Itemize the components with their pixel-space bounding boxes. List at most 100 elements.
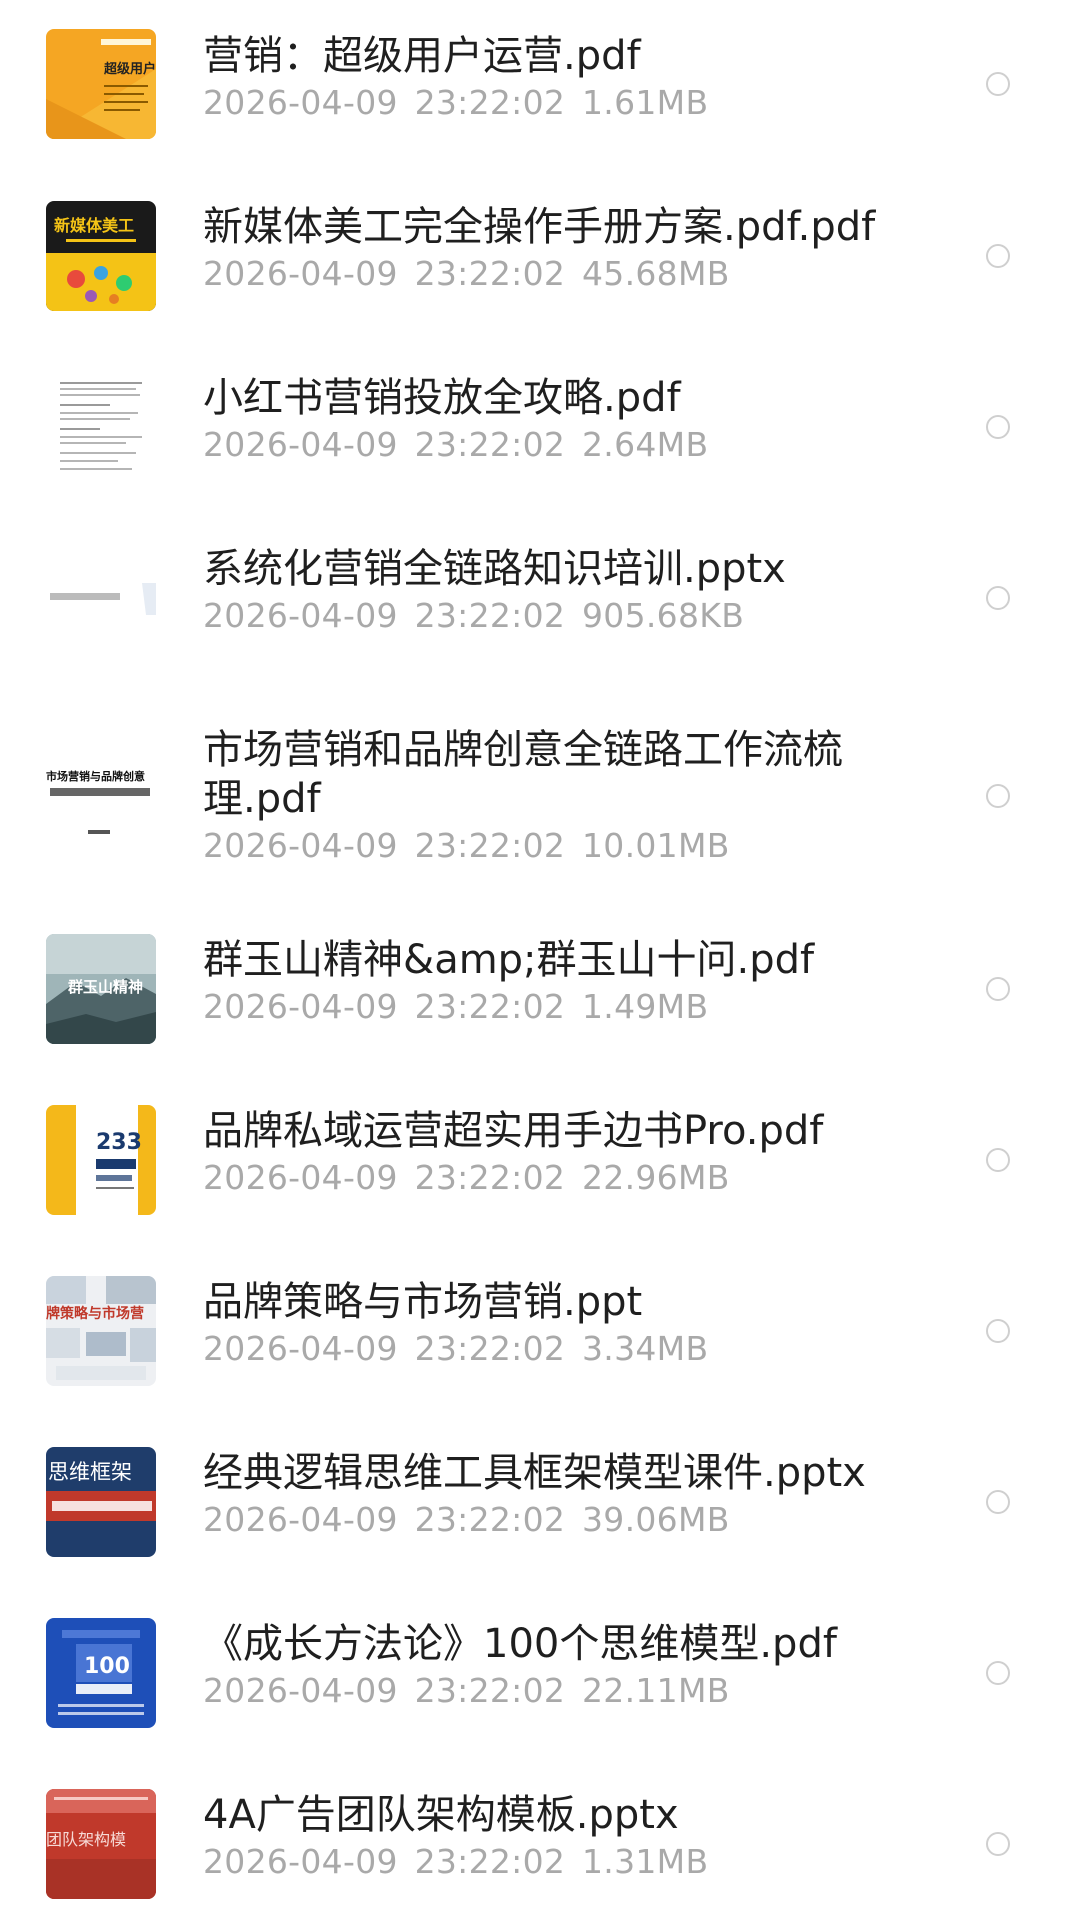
list-item[interactable]: 市场营销与品牌创意 市场营销和品牌创意全链路工作流梳理.pdf 2026-04-… xyxy=(0,684,1080,904)
book-cover-icon: 新媒体美工 xyxy=(46,201,156,311)
file-meta: 2026-04-09 23:22:02 22.96MB xyxy=(203,1158,903,1198)
file-meta: 2026-04-09 23:22:02 1.31MB xyxy=(203,1842,903,1882)
document-page-icon xyxy=(46,372,156,482)
file-size: 22.96MB xyxy=(582,1158,730,1197)
thumb-label: 市场营销与品牌创意 xyxy=(46,769,145,783)
slide-collage-icon: 牌策略与市场营 xyxy=(46,1276,156,1386)
file-thumbnail: 100 xyxy=(46,1618,156,1728)
list-item[interactable]: 新媒体美工 新媒体美工完全操作手册方案.pdf.pdf 2026-04-09 2… xyxy=(0,171,1080,342)
file-time: 23:22:02 xyxy=(414,1158,566,1197)
file-date: 2026-04-09 xyxy=(203,425,398,464)
slide-cover-icon: 团队架构模 xyxy=(46,1789,156,1899)
file-name: 《成长方法论》100个思维模型.pdf xyxy=(203,1621,837,1667)
select-radio[interactable] xyxy=(986,586,1010,610)
file-name: 群玉山精神&amp;群玉山十问.pdf xyxy=(203,937,815,983)
book-cover-icon: 超级用户运 xyxy=(46,29,156,139)
document-cover-icon: 市场营销与品牌创意 xyxy=(46,738,156,848)
list-item[interactable]: 超级用户运 营销：超级用户运营.pdf 2026-04-09 23:22:02 … xyxy=(0,0,1080,171)
thumb-label: 牌策略与市场营 xyxy=(46,1305,144,1322)
list-item[interactable]: 群玉山精神 群玉山精神&amp;群玉山十问.pdf 2026-04-09 23:… xyxy=(0,904,1080,1075)
select-radio[interactable] xyxy=(986,1490,1010,1514)
file-size: 905.68KB xyxy=(582,596,745,635)
select-radio[interactable] xyxy=(986,1832,1010,1856)
file-date: 2026-04-09 xyxy=(203,1842,398,1881)
thumb-label: 思维框架 xyxy=(48,1460,132,1484)
file-size: 1.61MB xyxy=(582,83,709,122)
file-size: 1.31MB xyxy=(582,1842,709,1881)
thumb-label: 团队架构模 xyxy=(46,1830,126,1849)
select-radio[interactable] xyxy=(986,1148,1010,1172)
file-size: 2.64MB xyxy=(582,425,709,464)
file-name: 4A广告团队架构模板.pptx xyxy=(203,1792,679,1838)
select-radio[interactable] xyxy=(986,415,1010,439)
list-item[interactable]: 233 品牌私域运营超实用手边书Pro.pdf 2026-04-09 23:22… xyxy=(0,1075,1080,1246)
file-time: 23:22:02 xyxy=(414,1500,566,1539)
file-meta: 2026-04-09 23:22:02 45.68MB xyxy=(203,254,903,294)
file-time: 23:22:02 xyxy=(414,987,566,1026)
file-name: 品牌私域运营超实用手边书Pro.pdf xyxy=(203,1108,824,1154)
file-meta: 2026-04-09 23:22:02 905.68KB xyxy=(203,596,903,636)
book-cover-icon: 233 xyxy=(46,1105,156,1215)
file-time: 23:22:02 xyxy=(414,596,566,635)
file-time: 23:22:02 xyxy=(414,1842,566,1881)
file-name: 新媒体美工完全操作手册方案.pdf.pdf xyxy=(203,204,876,250)
select-radio[interactable] xyxy=(986,1319,1010,1343)
file-name: 市场营销和品牌创意全链路工作流梳理.pdf xyxy=(203,727,843,822)
file-size: 3.34MB xyxy=(582,1329,709,1368)
file-date: 2026-04-09 xyxy=(203,1500,398,1539)
list-item[interactable]: 牌策略与市场营 品牌策略与市场营销.ppt 2026-04-09 23:22:0… xyxy=(0,1246,1080,1417)
list-item[interactable]: 团队架构模 4A广告团队架构模板.pptx 2026-04-09 23:22:0… xyxy=(0,1759,1080,1917)
file-date: 2026-04-09 xyxy=(203,596,398,635)
file-meta: 2026-04-09 23:22:02 10.01MB xyxy=(203,826,903,866)
file-name: 系统化营销全链路知识培训.pptx xyxy=(203,546,786,592)
file-time: 23:22:02 xyxy=(414,254,566,293)
file-time: 23:22:02 xyxy=(414,425,566,464)
file-thumbnail: 群玉山精神 xyxy=(46,934,156,1044)
thumb-label: 233 xyxy=(96,1130,142,1155)
file-time: 23:22:02 xyxy=(414,826,566,865)
list-item[interactable]: 100 《成长方法论》100个思维模型.pdf 2026-04-09 23:22… xyxy=(0,1588,1080,1759)
file-thumbnail: 牌策略与市场营 xyxy=(46,1276,156,1386)
file-date: 2026-04-09 xyxy=(203,254,398,293)
file-thumbnail: 市场营销与品牌创意 xyxy=(46,738,156,848)
file-name: 营销：超级用户运营.pdf xyxy=(203,33,641,79)
file-date: 2026-04-09 xyxy=(203,987,398,1026)
file-size: 10.01MB xyxy=(582,826,730,865)
file-thumbnail: 新媒体美工 xyxy=(46,201,156,311)
list-item[interactable]: 系统化营销全链路知识培训.pptx 2026-04-09 23:22:02 90… xyxy=(0,513,1080,684)
file-date: 2026-04-09 xyxy=(203,1158,398,1197)
file-date: 2026-04-09 xyxy=(203,83,398,122)
file-meta: 2026-04-09 23:22:02 22.11MB xyxy=(203,1671,903,1711)
file-meta: 2026-04-09 23:22:02 1.61MB xyxy=(203,83,903,123)
list-item[interactable]: 小红书营销投放全攻略.pdf 2026-04-09 23:22:02 2.64M… xyxy=(0,342,1080,513)
file-size: 45.68MB xyxy=(582,254,730,293)
file-name: 小红书营销投放全攻略.pdf xyxy=(203,375,681,421)
file-thumbnail xyxy=(46,372,156,482)
file-thumbnail xyxy=(46,543,156,653)
file-thumbnail: 超级用户运 xyxy=(46,29,156,139)
file-thumbnail: 思维框架 xyxy=(46,1447,156,1557)
select-radio[interactable] xyxy=(986,784,1010,808)
file-thumbnail: 团队架构模 xyxy=(46,1789,156,1899)
file-meta: 2026-04-09 23:22:02 2.64MB xyxy=(203,425,903,465)
list-item[interactable]: 思维框架 经典逻辑思维工具框架模型课件.pptx 2026-04-09 23:2… xyxy=(0,1417,1080,1588)
file-size: 39.06MB xyxy=(582,1500,730,1539)
file-list: 超级用户运 营销：超级用户运营.pdf 2026-04-09 23:22:02 … xyxy=(0,0,1080,1917)
file-time: 23:22:02 xyxy=(414,1671,566,1710)
thumb-label: 超级用户运 xyxy=(104,61,156,77)
thumb-label: 新媒体美工 xyxy=(54,216,134,235)
thumb-label: 100 xyxy=(84,1654,130,1679)
file-date: 2026-04-09 xyxy=(203,1671,398,1710)
select-radio[interactable] xyxy=(986,244,1010,268)
file-meta: 2026-04-09 23:22:02 1.49MB xyxy=(203,987,903,1027)
select-radio[interactable] xyxy=(986,977,1010,1001)
file-meta: 2026-04-09 23:22:02 39.06MB xyxy=(203,1500,903,1540)
file-size: 1.49MB xyxy=(582,987,709,1026)
select-radio[interactable] xyxy=(986,72,1010,96)
book-cover-icon: 100 xyxy=(46,1618,156,1728)
select-radio[interactable] xyxy=(986,1661,1010,1685)
landscape-cover-icon: 群玉山精神 xyxy=(46,934,156,1044)
file-date: 2026-04-09 xyxy=(203,826,398,865)
thumb-label: 群玉山精神 xyxy=(68,978,143,996)
file-name: 品牌策略与市场营销.ppt xyxy=(203,1279,643,1325)
